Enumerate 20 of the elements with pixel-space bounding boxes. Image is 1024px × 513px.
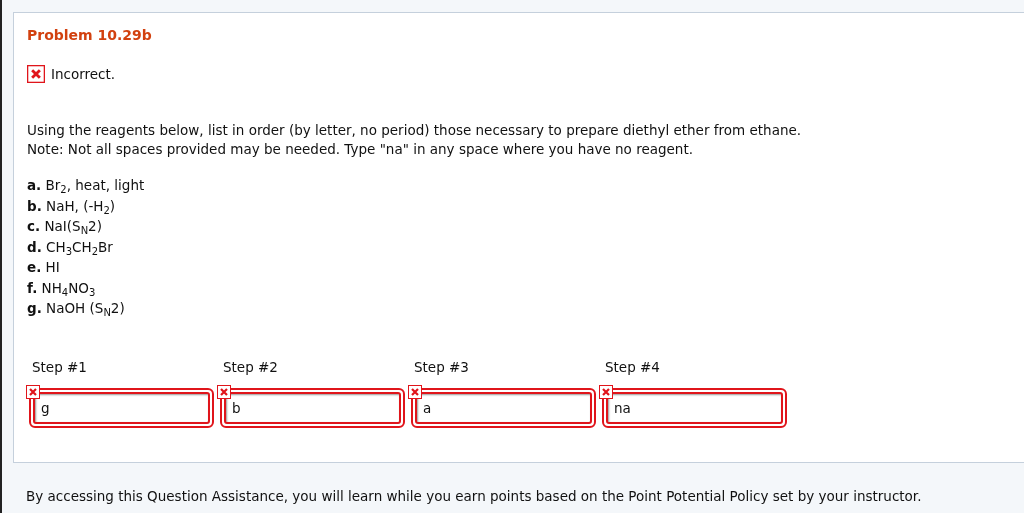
instruction-text: Using the reagents below, list in order (by letter, no period) those necessary to prepare diethyl ether from ethane. xyxy=(27,121,803,140)
answer-field[interactable]: g xyxy=(29,387,214,428)
reagent-option: e. HI xyxy=(27,257,1024,278)
reagent-option: a. Br$_{2}$, heat, light xyxy=(27,175,1024,196)
reagent-option: d. CH$_{3}$CH$_{2}$Br xyxy=(27,236,1024,257)
answer-field[interactable]: na xyxy=(602,387,787,428)
step-label: Step #1 xyxy=(32,358,87,375)
step-label: Step #2 xyxy=(223,358,278,375)
reagent-option: g. NaOH (S$_{N}$2) xyxy=(27,298,1024,319)
problem-title: Problem 10.29b xyxy=(27,27,153,43)
answer-field[interactable]: b xyxy=(220,387,405,428)
result-text: Incorrect. xyxy=(51,66,116,82)
footer-text: By accessing this Question Assistance, you will learn while you earn points based on the Point Potential Policy set by your instructor. xyxy=(26,488,923,504)
reagent-option: c. NaI(S$_{N}$2) xyxy=(27,216,1024,237)
reagent-option: f. NH$_{4}$NO$_{3}$ xyxy=(27,277,1024,298)
step-label: Step #4 xyxy=(605,358,660,375)
instruction-text: Note: Not all spaces provided may be needed. Type "na" in any space where you have no reagent. xyxy=(27,140,694,159)
step-label: Step #3 xyxy=(414,358,469,375)
answer-field[interactable]: a xyxy=(411,387,596,428)
reagent-option: b. NaH, (-H$_{2}$) xyxy=(27,195,1024,216)
